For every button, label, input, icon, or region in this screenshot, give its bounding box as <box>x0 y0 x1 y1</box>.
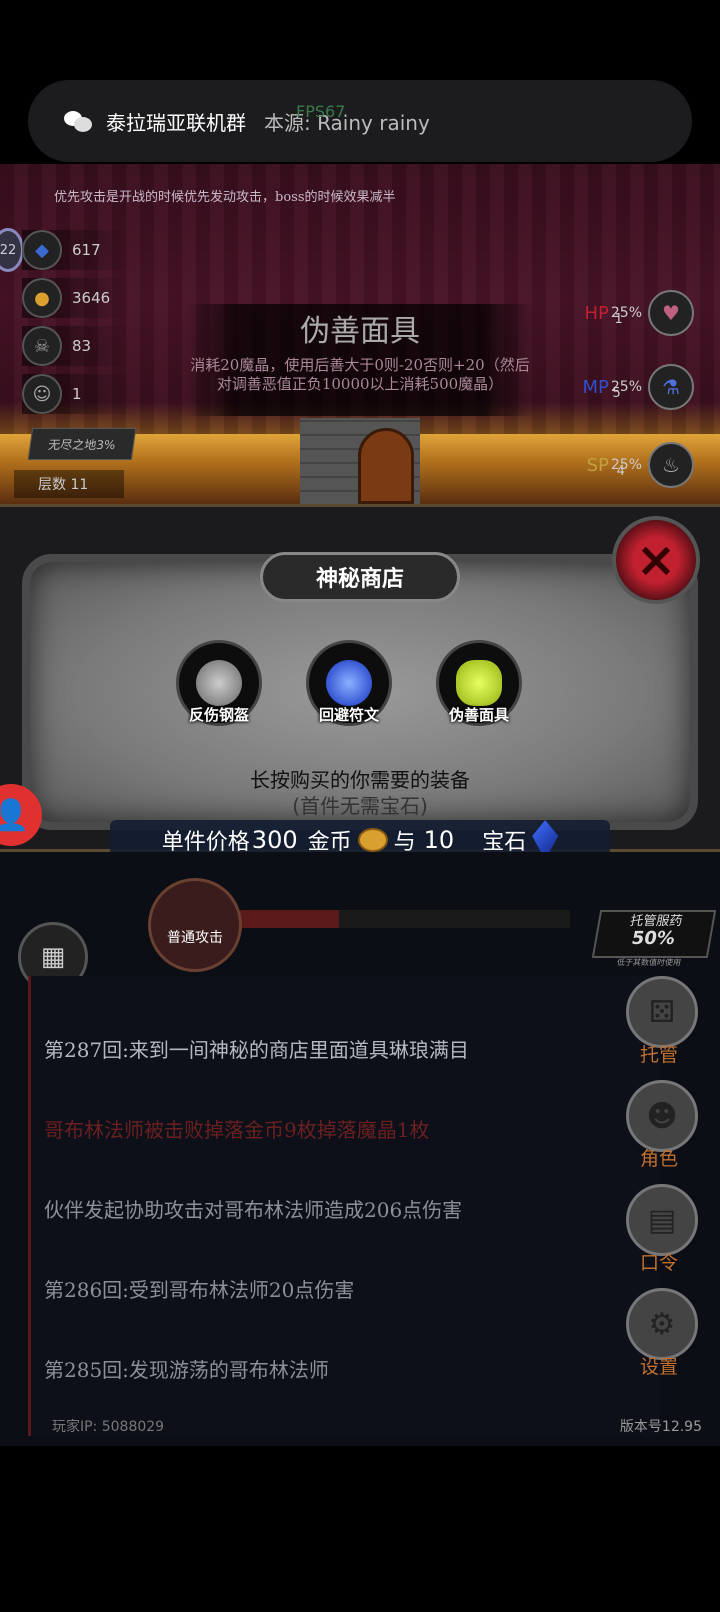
settings-button[interactable]: ⚙ <box>626 1288 698 1360</box>
hp-potion-icon: ♥ <box>648 290 694 336</box>
normal-attack-button[interactable]: 普通攻击 <box>148 878 242 972</box>
sp-food-icon: ♨ <box>648 442 694 488</box>
log-line: 第286回:受到哥布林法师20点伤害 <box>44 1278 355 1302</box>
resource-gems: ◆ 617 <box>22 230 132 270</box>
shop-item-name: 伪善面具 <box>448 706 509 724</box>
karma-count: 1 <box>72 385 82 403</box>
shop-item-mask[interactable]: 伪善面具 <box>436 640 522 726</box>
shop-icon: ▦ <box>40 942 66 972</box>
shop-title: 神秘商店 <box>260 552 460 602</box>
mask-icon: ☺ <box>22 374 62 414</box>
game-screen: 泰拉瑞亚联机群 本源: Rainy rainy FPS67 优先攻击是开战的时候… <box>0 0 720 1612</box>
shop-item-name: 回避符文 <box>318 706 379 724</box>
rune-icon <box>326 660 372 706</box>
item-title: 伪善面具 <box>300 314 420 349</box>
battle-tip: 优先攻击是开战的时候优先发动攻击，boss的时候效果减半 <box>54 190 396 205</box>
attack-charge-bar <box>240 910 570 928</box>
endless-progress: 无尽之地3% <box>27 428 137 460</box>
sp-potion[interactable]: SP 25% 4 ♨ <box>587 442 694 488</box>
shop-hint: 长按购买的你需要的装备 <box>250 768 470 792</box>
auto-potion-toggle[interactable]: 托管服药 50% 低于其数值时使用 <box>591 910 717 967</box>
mask-icon <box>456 660 502 706</box>
sp-pct: 25% <box>610 457 642 473</box>
shop-item-rune[interactable]: 回避符文 <box>306 640 392 726</box>
dice-icon: ⚄ <box>648 994 676 1030</box>
gem-count: 617 <box>72 241 101 259</box>
shop-door <box>358 428 414 504</box>
helmet-icon <box>196 660 242 706</box>
character-label: 角色 <box>640 1148 679 1170</box>
footer: 玩家IP: 5088029 版本号12.95 <box>0 1414 720 1444</box>
log-line: 第287回:来到一间神秘的商店里面道具琳琅满目 <box>44 1038 469 1062</box>
gem-icon: ◆ <box>22 230 62 270</box>
attack-label: 普通攻击 <box>167 930 223 946</box>
resource-gold: ● 3646 <box>22 278 132 318</box>
mp-potion-icon: ⚗ <box>648 364 694 410</box>
log-line: 哥布林法师被击败掉落金币9枚掉落魔晶1枚 <box>44 1118 430 1142</box>
book-icon: ▤ <box>647 1202 677 1238</box>
floor-count: 层数 11 <box>14 470 124 498</box>
coin-icon <box>357 828 388 852</box>
character-button[interactable]: ☻ <box>626 1080 698 1152</box>
notification-source: 本源: Rainy rainy <box>264 110 430 135</box>
price-gold: 300 <box>251 826 298 854</box>
fps-counter: FPS67 <box>296 102 346 121</box>
mp-label: MP <box>582 376 609 398</box>
hp-count: 1 <box>614 312 623 327</box>
auto-potion-title: 托管服药 <box>628 914 684 929</box>
coin-icon: ● <box>22 278 62 318</box>
auto-battle-button[interactable]: ⚄ <box>626 976 698 1048</box>
item-detail-card: 伪善面具 消耗20魔晶，使用后善大于0则-20否则+20（然后对调善恶值正负10… <box>186 304 534 416</box>
passcode-button[interactable]: ▤ <box>626 1184 698 1256</box>
close-icon: × <box>635 532 677 588</box>
sp-label: SP <box>586 454 609 476</box>
shop-subhint: (首件无需宝石) <box>292 794 428 818</box>
settings-label: 设置 <box>640 1356 679 1378</box>
crystal-count: 83 <box>72 337 92 355</box>
log-line: 第285回:发现游荡的哥布林法师 <box>44 1358 329 1382</box>
close-button[interactable]: × <box>612 516 700 604</box>
hooded-figure-icon: ☻ <box>646 1098 678 1134</box>
skull-icon: ☠ <box>22 326 62 366</box>
resource-karma: ☺ 1 <box>22 374 132 414</box>
shop-item-name: 反伤钢盔 <box>188 706 249 724</box>
shop-item-helmet[interactable]: 反伤钢盔 <box>176 640 262 726</box>
user-icon: 👤 <box>0 797 30 833</box>
mp-potion[interactable]: MP 25% 5 ⚗ <box>582 364 694 410</box>
auto-potion-pct: 50% <box>629 928 677 949</box>
player-ip: 玩家IP: 5088029 <box>52 1419 165 1435</box>
gold-count: 3646 <box>72 289 111 307</box>
sp-count: 4 <box>616 464 625 479</box>
notification-group: 泰拉瑞亚联机群 <box>106 110 246 135</box>
battle-scene: 优先攻击是开战的时候优先发动攻击，boss的时候效果减半 22 ◆ 617 ● … <box>0 164 720 504</box>
gear-icon: ⚙ <box>648 1306 676 1342</box>
version-number: 版本号12.95 <box>619 1419 702 1435</box>
hp-label: HP <box>584 302 609 324</box>
auto-battle-label: 托管 <box>640 1044 679 1066</box>
price-gems: 10 <box>423 826 455 854</box>
hp-potion[interactable]: HP 25% 1 ♥ <box>584 290 694 336</box>
auto-potion-note: 低于其数值时使用 <box>616 958 682 967</box>
passcode-label: 口令 <box>640 1252 679 1274</box>
resource-crystal: ☠ 83 <box>22 326 132 366</box>
notification-banner[interactable]: 泰拉瑞亚联机群 本源: Rainy rainy <box>28 80 692 162</box>
mp-count: 5 <box>612 386 621 401</box>
log-line: 伙伴发起协助攻击对哥布林法师造成206点伤害 <box>44 1198 463 1222</box>
item-description: 消耗20魔晶，使用后善大于0则-20否则+20（然后对调善恶值正负10000以上… <box>190 356 530 393</box>
wechat-icon <box>64 109 92 133</box>
